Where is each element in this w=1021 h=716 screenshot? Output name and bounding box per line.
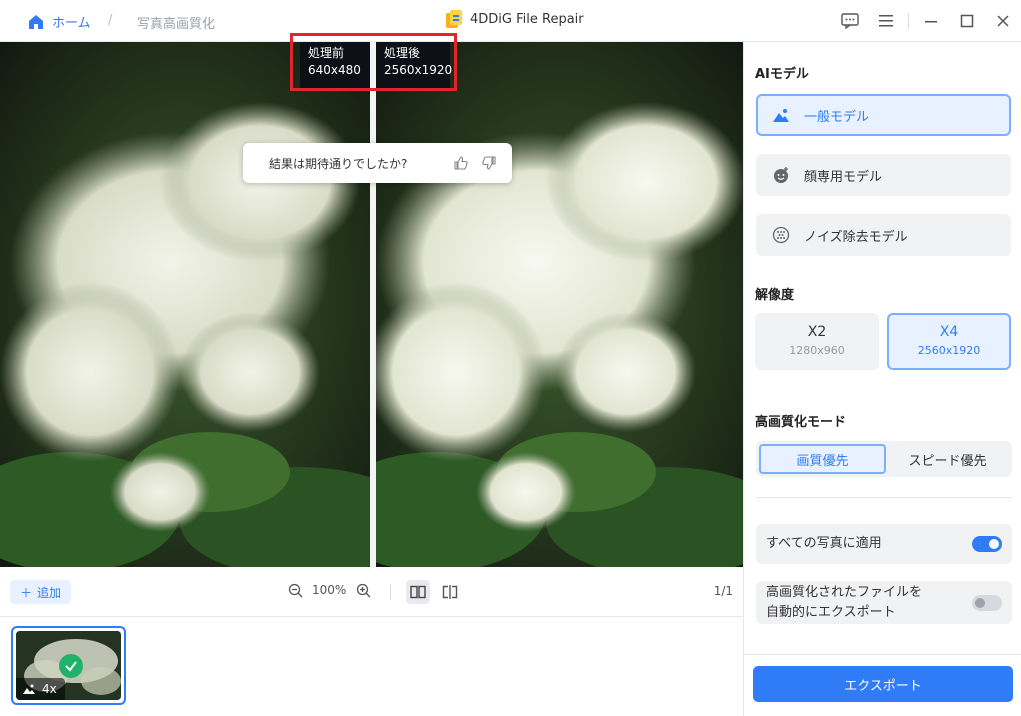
home-link[interactable]: ホーム — [28, 12, 91, 31]
apply-all-toggle[interactable] — [972, 536, 1002, 552]
app-title-text: 4DDiG File Repair — [470, 12, 584, 27]
close-icon — [997, 15, 1009, 27]
chat-icon — [841, 13, 859, 29]
home-icon — [29, 14, 43, 29]
zoom-controls: 100% — [286, 581, 372, 599]
before-image — [0, 42, 370, 567]
ai-model-title: AIモデル — [755, 67, 809, 82]
panel-divider — [756, 497, 1012, 498]
noise-icon — [772, 226, 790, 244]
mode-speed-button[interactable]: スピード優先 — [886, 444, 1009, 474]
toolbar-separator — [390, 584, 391, 600]
minimize-icon — [925, 21, 937, 23]
breadcrumb-separator: / — [108, 13, 113, 28]
auto-export-label: 高画質化されたファイルを 自動的にエクスポート — [766, 583, 922, 623]
after-size-tag: 処理後 2560x1920 — [376, 42, 453, 88]
zoom-in-icon — [356, 583, 371, 597]
zoom-out-button[interactable] — [286, 581, 304, 599]
view-mode-controls — [406, 580, 462, 604]
face-icon — [772, 166, 790, 184]
feedback-button[interactable] — [832, 10, 868, 32]
auto-export-label-line1: 高画質化されたファイルを — [766, 584, 923, 600]
side-by-side-icon — [410, 585, 426, 599]
breadcrumb-current: 写真高画質化 — [137, 17, 216, 32]
app-logo-icon — [446, 10, 462, 29]
settings-panel: AIモデル 一般モデル 顔専用モデル ノイズ除去モデル 解像度 X2 1280x… — [743, 42, 1021, 716]
mode-quality-button[interactable]: 画質優先 — [759, 444, 886, 474]
home-label: ホーム — [52, 16, 91, 31]
zoom-level: 100% — [312, 583, 347, 597]
preview-toolbar: ＋ 追加 100% 1/1 — [0, 567, 743, 617]
model-face-button[interactable]: 顔専用モデル — [756, 154, 1011, 196]
image-icon — [23, 684, 35, 694]
close-button[interactable] — [985, 10, 1021, 32]
resolution-x2-label: X2 — [807, 324, 827, 340]
before-label: 処理前 — [308, 46, 345, 60]
apply-all-label: すべての写真に適用 — [766, 536, 882, 551]
thumbnail-badge: 4x — [16, 678, 65, 700]
model-denoise-button[interactable]: ノイズ除去モデル — [756, 214, 1011, 256]
maximize-button[interactable] — [949, 10, 985, 32]
maximize-icon — [960, 14, 974, 28]
app-window: ホーム / 写真高画質化 4DDiG File Repair 処理前 640x4… — [0, 0, 1021, 716]
after-label: 処理後 — [384, 46, 421, 60]
resolution-x2-size: 1280x960 — [789, 344, 845, 357]
auto-export-row: 高画質化されたファイルを 自動的にエクスポート — [756, 581, 1012, 624]
scale-badge: 4x — [42, 682, 57, 696]
auto-export-toggle[interactable] — [972, 594, 1002, 611]
after-image — [376, 42, 743, 567]
resolution-x2-button[interactable]: X2 1280x960 — [755, 313, 879, 370]
menu-button[interactable] — [868, 10, 904, 32]
feedback-question: 結果は期待通りでしたか? — [269, 156, 408, 171]
panel-bottom-divider — [744, 654, 1021, 655]
check-icon — [59, 654, 83, 678]
thumbnail-item[interactable]: 4x — [11, 626, 126, 705]
app-title: 4DDiG File Repair — [446, 10, 584, 29]
model-face-label: 顔専用モデル — [804, 169, 883, 185]
thumbnail-strip: 4x — [0, 617, 743, 716]
zoom-in-button[interactable] — [354, 581, 372, 599]
feedback-popup: 結果は期待通りでしたか? — [243, 143, 512, 183]
resolution-x4-label: X4 — [939, 324, 959, 340]
before-size: 640x480 — [308, 63, 361, 77]
model-general-button[interactable]: 一般モデル — [756, 94, 1011, 136]
enhance-mode-segment: 画質優先 スピード優先 — [756, 441, 1012, 477]
add-label: 追加 — [37, 585, 62, 600]
landscape-icon — [772, 106, 790, 124]
plus-icon: ＋ — [20, 585, 33, 600]
minimize-button[interactable] — [913, 10, 949, 32]
side-by-side-view-button[interactable] — [406, 580, 430, 604]
export-button[interactable]: エクスポート — [753, 666, 1013, 702]
auto-export-label-line2: 自動的にエクスポート — [766, 604, 896, 620]
thumbnail-image: 4x — [16, 631, 121, 700]
resolution-title: 解像度 — [755, 288, 795, 303]
resolution-x4-size: 2560x1920 — [917, 344, 981, 357]
model-denoise-label: ノイズ除去モデル — [804, 229, 908, 245]
thumbs-down-icon — [482, 156, 496, 170]
window-controls-separator — [908, 13, 909, 29]
menu-icon — [879, 15, 893, 27]
zoom-out-icon — [288, 583, 302, 597]
apply-all-row: すべての写真に適用 — [756, 524, 1012, 564]
thumbs-down-button[interactable] — [478, 152, 500, 174]
page-count: 1/1 — [713, 584, 733, 598]
before-size-tag: 処理前 640x480 — [300, 42, 370, 88]
resolution-x4-button[interactable]: X4 2560x1920 — [887, 313, 1011, 370]
split-view-icon — [442, 585, 458, 599]
model-general-label: 一般モデル — [804, 109, 870, 125]
title-bar: ホーム / 写真高画質化 4DDiG File Repair — [0, 0, 1021, 42]
thumbs-up-button[interactable] — [450, 152, 472, 174]
thumbs-up-icon — [454, 156, 468, 170]
window-controls — [832, 10, 1021, 32]
after-size: 2560x1920 — [384, 63, 453, 77]
enhance-mode-title: 高画質化モード — [755, 415, 847, 430]
image-preview[interactable]: 処理前 640x480 処理後 2560x1920 結果は期待通りでしたか? — [0, 42, 743, 567]
add-button[interactable]: ＋ 追加 — [10, 580, 72, 604]
split-view-button[interactable] — [438, 580, 462, 604]
